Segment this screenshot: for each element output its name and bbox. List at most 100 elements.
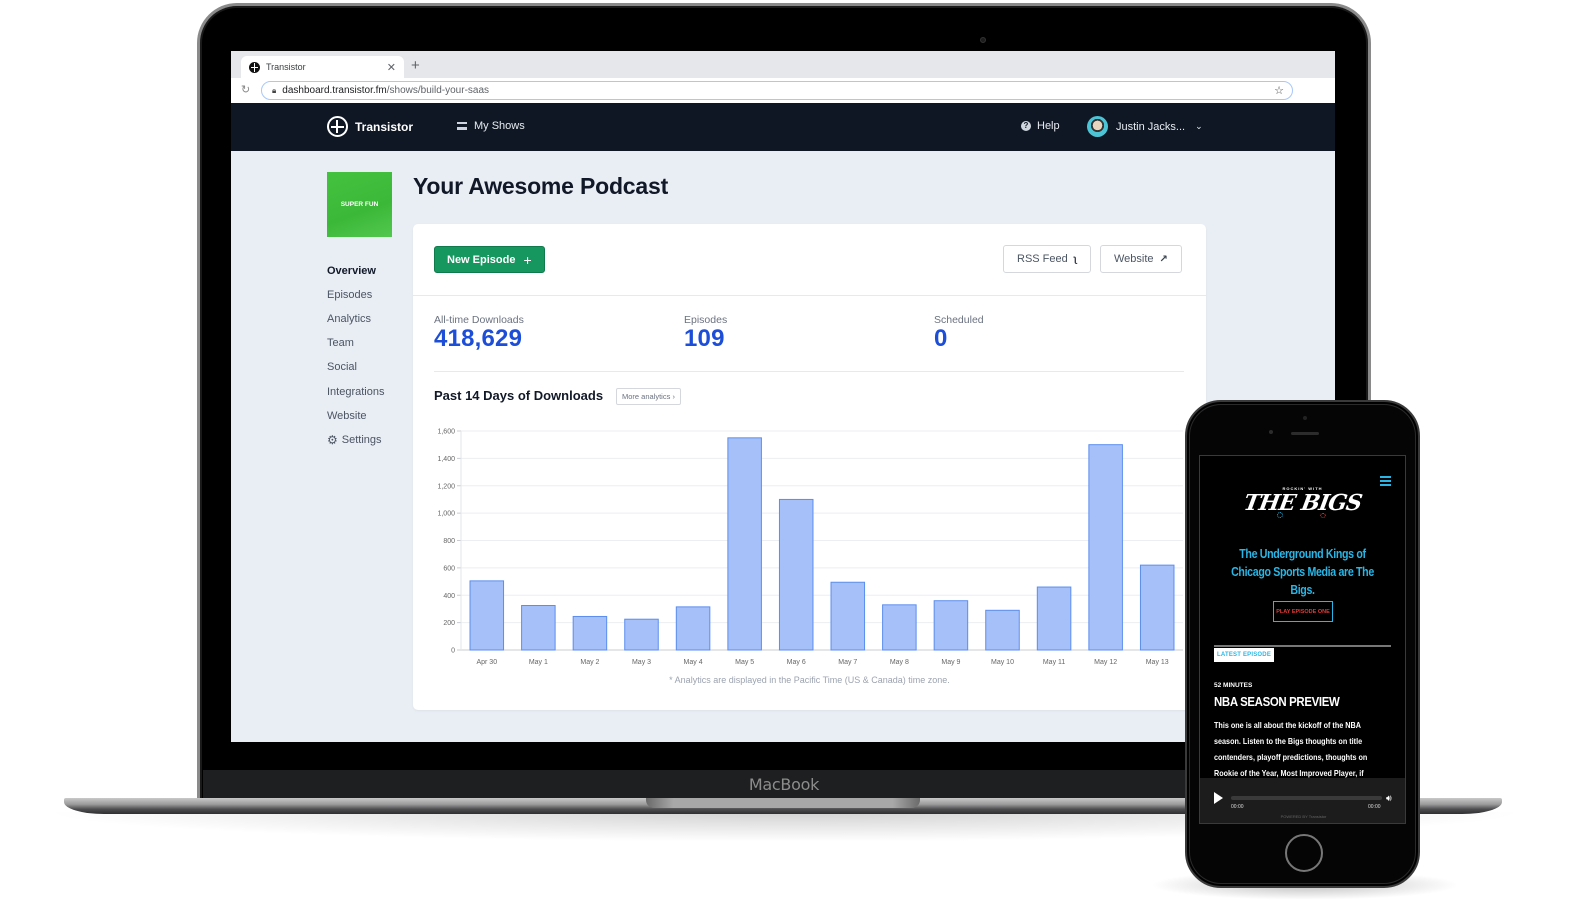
- y-tick-label: 1,200: [437, 483, 455, 490]
- sidebar-item-analytics[interactable]: Analytics: [327, 307, 384, 331]
- stat-scheduled: Scheduled 0: [934, 314, 984, 352]
- transistor-favicon-icon: [249, 61, 260, 73]
- website-button[interactable]: Website ↗: [1100, 245, 1182, 273]
- reload-icon[interactable]: ↻: [241, 83, 250, 96]
- bar: [933, 600, 969, 651]
- play-episode-one-button[interactable]: PLAY EPISODE ONE: [1273, 601, 1333, 622]
- volume-icon[interactable]: 🔊︎: [1386, 793, 1392, 804]
- y-tick-label: 600: [443, 565, 455, 572]
- latest-episode-badge: LATEST EPISODE: [1214, 648, 1275, 662]
- episode-title[interactable]: NBA SEASON PREVIEW: [1214, 694, 1340, 709]
- show-tagline: The Underground Kings of Chicago Sports …: [1231, 547, 1374, 597]
- play-episode-label: PLAY EPISODE ONE: [1276, 608, 1330, 615]
- cover-text: SUPER FUN: [340, 201, 379, 208]
- sidebar-item-label: Integrations: [327, 385, 385, 398]
- bar: [1036, 586, 1072, 651]
- bookmark-star-icon[interactable]: ☆: [1274, 84, 1284, 97]
- sidebar-item-episodes[interactable]: Episodes: [327, 283, 384, 307]
- audio-player: 00:00 00:00 🔊︎ POWERED BY Transistor: [1200, 778, 1405, 823]
- sidebar-item-website[interactable]: Website: [327, 404, 384, 428]
- url-input[interactable]: 🔒︎ dashboard.transistor.fm/shows/build-y…: [261, 81, 1293, 100]
- shows-stack-icon: [457, 122, 467, 130]
- bar: [469, 580, 505, 651]
- sidebar-item-label: Overview: [327, 265, 376, 278]
- new-tab-icon[interactable]: +: [411, 57, 420, 74]
- x-tick-label: May 12: [1094, 659, 1117, 666]
- sidebar-item-social[interactable]: Social: [327, 355, 384, 379]
- stat-all-time-downloads: All-time Downloads 418,629: [434, 314, 524, 352]
- laptop-hinge-notch: [646, 798, 920, 808]
- lock-icon: 🔒︎: [272, 85, 277, 95]
- bar: [830, 581, 866, 651]
- close-tab-icon[interactable]: ✕: [387, 61, 396, 74]
- hamburger-menu-icon[interactable]: [1380, 476, 1391, 486]
- browser-tab[interactable]: Transistor ✕: [241, 56, 404, 78]
- seek-bar[interactable]: [1231, 796, 1382, 800]
- y-tick-label: 0: [451, 648, 455, 655]
- plus-icon: +: [523, 251, 532, 268]
- sidebar-item-label: Website: [327, 409, 367, 422]
- bar: [675, 606, 711, 651]
- powered-by-label: POWERED BY Transistor: [1280, 814, 1327, 819]
- sidebar-item-team[interactable]: Team: [327, 331, 384, 355]
- x-tick-label: May 2: [580, 659, 599, 666]
- x-tick-label: May 10: [991, 659, 1014, 666]
- y-tick-label: 1,400: [437, 456, 455, 463]
- sidebar-item-label: Analytics: [327, 313, 372, 326]
- logo-dots-blue: [1277, 512, 1283, 518]
- user-menu[interactable]: Justin Jacks... ⌄: [1087, 116, 1203, 137]
- browser-tabbar: Transistor ✕ +: [231, 51, 1335, 78]
- time-total: 00:00: [1368, 804, 1381, 810]
- help-link[interactable]: ? Help: [1021, 120, 1060, 132]
- sidebar-item-label: Team: [327, 337, 354, 350]
- y-tick-label: 1,000: [437, 511, 455, 518]
- episode-duration: 52 MINUTES: [1214, 682, 1253, 689]
- my-shows-label: My Shows: [474, 120, 525, 132]
- sidebar-item-overview[interactable]: Overview: [327, 259, 384, 283]
- phone-home-button[interactable]: [1285, 834, 1323, 872]
- phone-device: ROCKIN' WITH THE BIGS The Underground Ki…: [1185, 400, 1420, 888]
- brand-name: Transistor: [355, 119, 414, 134]
- question-circle-icon: ?: [1021, 121, 1031, 131]
- x-tick-label: May 4: [684, 659, 703, 666]
- rss-feed-button[interactable]: RSS Feed ʅ: [1003, 245, 1092, 273]
- x-tick-label: Apr 30: [476, 659, 497, 666]
- stat-episodes: Episodes 109: [684, 314, 727, 352]
- laptop-screen: Transistor ✕ + ↻ 🔒︎ dashboard.transistor…: [231, 51, 1335, 742]
- sidebar-nav: Overview Episodes Analytics Team Social …: [327, 259, 384, 452]
- my-shows-link[interactable]: My Shows: [457, 120, 525, 132]
- bar: [1088, 444, 1123, 651]
- tab-title: Transistor: [266, 62, 306, 72]
- bar: [521, 605, 556, 651]
- bar: [572, 615, 608, 651]
- browser-address-bar: ↻ 🔒︎ dashboard.transistor.fm/shows/build…: [231, 78, 1335, 103]
- episode-description: This one is all about the kickoff of the…: [1214, 720, 1368, 778]
- brand-link[interactable]: Transistor: [327, 116, 413, 137]
- external-link-icon: ↗: [1159, 253, 1168, 265]
- rss-icon: ʅ: [1073, 253, 1078, 265]
- x-tick-label: May 13: [1146, 659, 1169, 666]
- phone-screen: ROCKIN' WITH THE BIGS The Underground Ki…: [1199, 455, 1406, 824]
- url-host: dashboard.transistor.fm: [282, 85, 387, 96]
- sidebar-item-integrations[interactable]: Integrations: [327, 379, 384, 403]
- play-icon[interactable]: [1214, 792, 1223, 804]
- x-tick-label: May 3: [632, 659, 651, 666]
- more-analytics-button[interactable]: More analytics ›: [616, 388, 681, 405]
- show-logo: THE BIGS: [1241, 490, 1364, 516]
- y-tick-label: 800: [443, 538, 455, 545]
- chart-title: Past 14 Days of Downloads: [434, 388, 604, 403]
- help-label: Help: [1037, 120, 1060, 132]
- logo-dots-red: [1320, 513, 1326, 518]
- new-episode-button[interactable]: New Episode +: [434, 246, 545, 273]
- x-tick-label: May 5: [735, 659, 754, 666]
- bar: [882, 604, 917, 651]
- page-title: Your Awesome Podcast: [413, 173, 669, 199]
- url-path: /shows/build-your-saas: [386, 85, 490, 96]
- website-label: Website: [1114, 253, 1154, 265]
- y-tick-label: 400: [443, 593, 455, 600]
- sidebar-item-settings[interactable]: ⚙ Settings: [327, 428, 384, 452]
- rss-feed-label: RSS Feed: [1017, 253, 1068, 265]
- x-tick-label: May 8: [890, 659, 909, 666]
- x-tick-label: May 6: [787, 659, 806, 666]
- chevron-down-icon: ⌄: [1195, 121, 1203, 131]
